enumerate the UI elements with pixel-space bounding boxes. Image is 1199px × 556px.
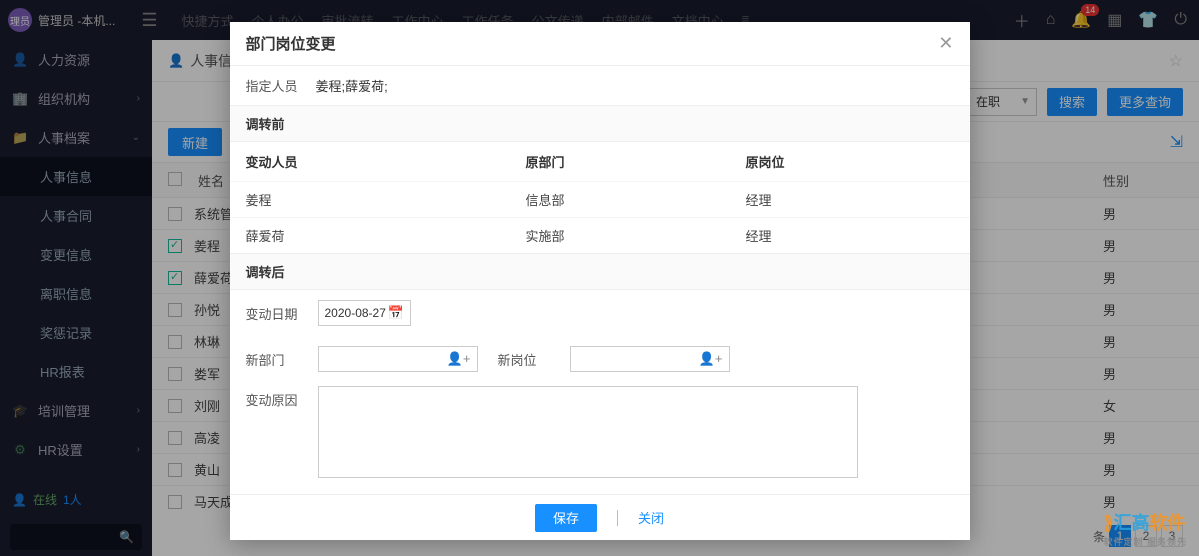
modal-title: 部门岗位变更 bbox=[246, 33, 336, 54]
close-icon[interactable]: ✕ bbox=[938, 33, 953, 54]
modal-table-head: 变动人员 原部门 原岗位 bbox=[230, 142, 970, 181]
save-button[interactable]: 保存 bbox=[535, 504, 597, 532]
cell-dept: 实施部 bbox=[526, 226, 746, 245]
assign-row: 指定人员 姜程;薛爱荷; bbox=[230, 66, 970, 105]
cell-pos: 经理 bbox=[746, 226, 954, 245]
cell-pos: 经理 bbox=[746, 190, 954, 209]
reason-textarea[interactable] bbox=[318, 386, 858, 478]
reason-row: 变动原因 bbox=[230, 382, 970, 494]
th-dept: 原部门 bbox=[526, 152, 746, 171]
modal-table-row: 姜程信息部经理 bbox=[230, 181, 970, 217]
cell-person: 薛爱荷 bbox=[246, 226, 526, 245]
reason-label: 变动原因 bbox=[246, 386, 308, 409]
close-button[interactable]: 关闭 bbox=[638, 508, 664, 527]
dept-pos-row: 新部门 👤+ 新岗位 👤+ bbox=[230, 336, 970, 382]
modal-body: 指定人员 姜程;薛爱荷; 调转前 变动人员 原部门 原岗位 姜程信息部经理薛爱荷… bbox=[230, 66, 970, 494]
date-label: 变动日期 bbox=[246, 304, 308, 323]
watermark: ⟫汇高软件 软件定制 服务领先 bbox=[1103, 509, 1187, 548]
new-dept-label: 新部门 bbox=[246, 350, 308, 369]
modal-table-row: 薛爱荷实施部经理 bbox=[230, 217, 970, 253]
after-form: 变动日期 2020-08-27📅 bbox=[230, 290, 970, 336]
modal: 部门岗位变更 ✕ 指定人员 姜程;薛爱荷; 调转前 变动人员 原部门 原岗位 姜… bbox=[230, 22, 970, 540]
new-pos-input[interactable]: 👤+ bbox=[570, 346, 730, 372]
modal-overlay: 部门岗位变更 ✕ 指定人员 姜程;薛爱荷; 调转前 变动人员 原部门 原岗位 姜… bbox=[0, 0, 1199, 556]
new-pos-label: 新岗位 bbox=[498, 350, 560, 369]
person-picker-icon[interactable]: 👤+ bbox=[447, 351, 471, 367]
cell-dept: 信息部 bbox=[526, 190, 746, 209]
before-section: 调转前 bbox=[230, 105, 970, 142]
th-pos: 原岗位 bbox=[746, 152, 954, 171]
date-input[interactable]: 2020-08-27📅 bbox=[318, 300, 411, 326]
modal-foot: 保存 关闭 bbox=[230, 494, 970, 540]
person-picker-icon[interactable]: 👤+ bbox=[699, 351, 723, 367]
after-section: 调转后 bbox=[230, 253, 970, 290]
new-dept-input[interactable]: 👤+ bbox=[318, 346, 478, 372]
cell-person: 姜程 bbox=[246, 190, 526, 209]
new-dept-field: 新部门 👤+ bbox=[246, 346, 478, 372]
calendar-icon[interactable]: 📅 bbox=[388, 305, 404, 321]
new-pos-field: 新岗位 👤+ bbox=[498, 346, 730, 372]
th-person: 变动人员 bbox=[246, 152, 526, 171]
modal-head: 部门岗位变更 ✕ bbox=[230, 22, 970, 66]
assign-value: 姜程;薛爱荷; bbox=[316, 76, 388, 95]
divider bbox=[617, 510, 618, 526]
assign-label: 指定人员 bbox=[246, 76, 316, 95]
date-field: 变动日期 2020-08-27📅 bbox=[246, 300, 411, 326]
